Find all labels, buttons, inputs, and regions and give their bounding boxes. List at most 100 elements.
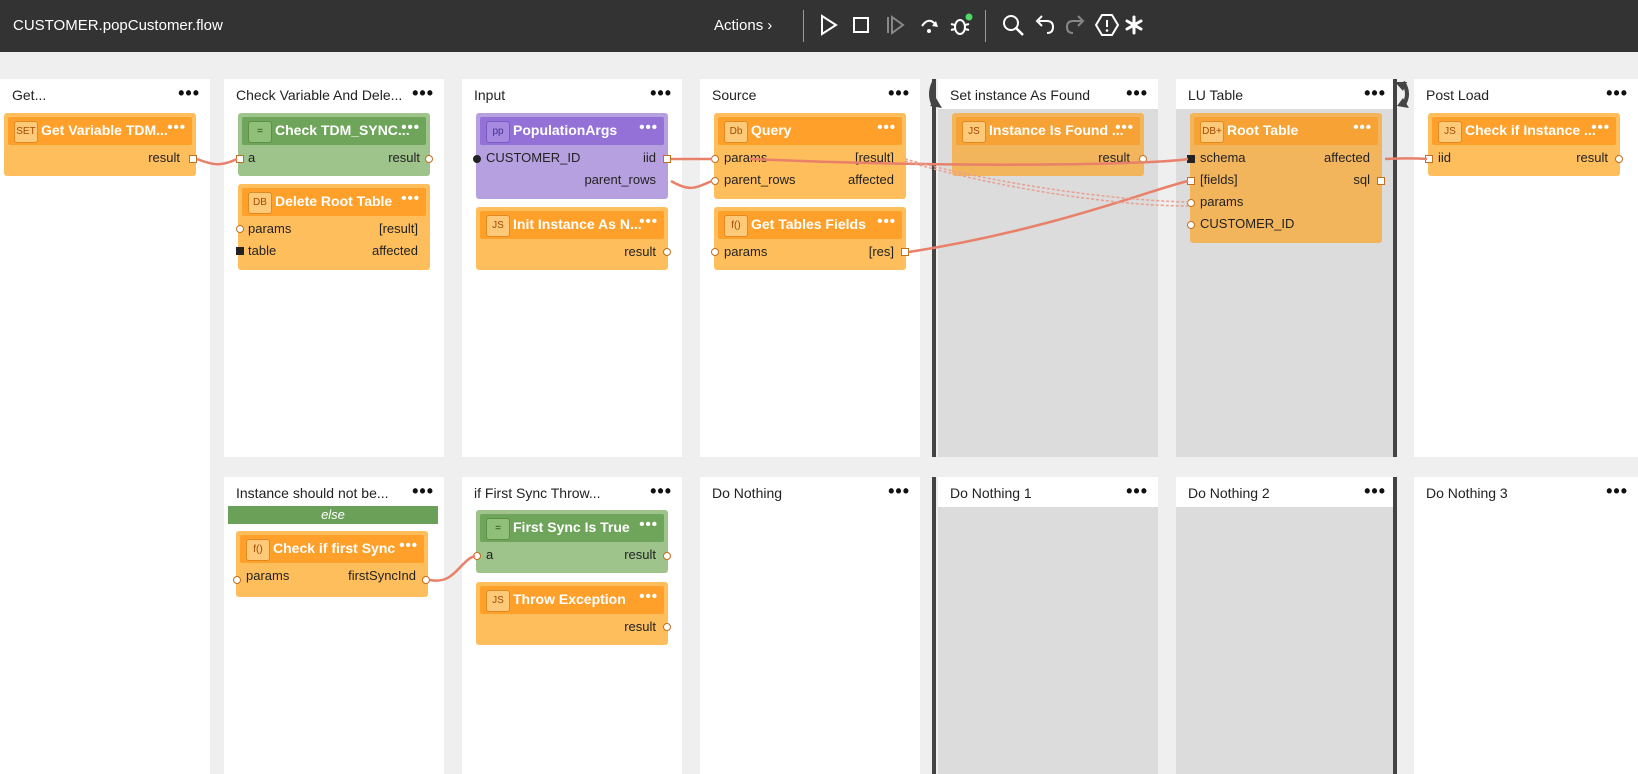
- input-connector[interactable]: [711, 248, 719, 256]
- node-header[interactable]: JS Instance Is Found ... •••: [956, 117, 1140, 145]
- input-connector[interactable]: [233, 576, 241, 584]
- output-connector[interactable]: [901, 248, 909, 256]
- input-connector[interactable]: [473, 155, 481, 163]
- stage-menu-icon[interactable]: •••: [888, 83, 910, 104]
- node-get-tables-fields[interactable]: f() Get Tables Fields ••• params [res]: [714, 207, 906, 270]
- stage-menu-icon[interactable]: •••: [1126, 83, 1148, 104]
- actions-menu-button[interactable]: Actions ›: [714, 17, 772, 34]
- node-header[interactable]: = Check TDM_SYNC... •••: [242, 117, 426, 145]
- node-query[interactable]: Db Query ••• params [result] parent_rows…: [714, 113, 906, 199]
- undo-icon[interactable]: [1031, 12, 1057, 38]
- step-icon[interactable]: [882, 12, 908, 38]
- output-connector[interactable]: [422, 576, 430, 584]
- output-connector[interactable]: [1139, 155, 1147, 163]
- input-connector[interactable]: [236, 247, 244, 255]
- node-header[interactable]: f() Get Tables Fields •••: [718, 211, 902, 239]
- input-connector[interactable]: [1425, 155, 1433, 163]
- output-connector[interactable]: [663, 155, 671, 163]
- toolbar-separator: [803, 10, 804, 42]
- input-connector[interactable]: [711, 177, 719, 185]
- node-menu-icon[interactable]: •••: [639, 213, 658, 230]
- node-header[interactable]: JS Check if Instance ... •••: [1432, 117, 1616, 145]
- stop-icon[interactable]: [848, 12, 874, 38]
- stage-menu-icon[interactable]: •••: [888, 481, 910, 502]
- stage-menu-icon[interactable]: •••: [178, 83, 200, 104]
- stage-menu-icon[interactable]: •••: [1606, 83, 1628, 104]
- stage-menu-icon[interactable]: •••: [1364, 481, 1386, 502]
- node-header[interactable]: JS Throw Exception •••: [480, 586, 664, 614]
- step-over-icon[interactable]: [916, 12, 942, 38]
- node-header[interactable]: SET Get Variable TDM... •••: [8, 117, 192, 145]
- node-delete-root-table[interactable]: DB Delete Root Table ••• params [result]…: [238, 184, 430, 270]
- node-menu-icon[interactable]: •••: [401, 190, 420, 207]
- output-connector[interactable]: [189, 155, 197, 163]
- output-connector[interactable]: [1615, 155, 1623, 163]
- stage-do-nothing[interactable]: Do Nothing •••: [700, 477, 920, 774]
- input-connector[interactable]: [1187, 155, 1195, 163]
- node-throw-exception[interactable]: JS Throw Exception ••• result: [476, 582, 668, 645]
- node-header[interactable]: = First Sync Is True •••: [480, 514, 664, 542]
- loop-end-icon: [1383, 78, 1413, 112]
- node-header[interactable]: DB+ Root Table •••: [1194, 117, 1378, 145]
- node-check-tdm-sync[interactable]: = Check TDM_SYNC... ••• a result: [238, 113, 430, 176]
- node-header[interactable]: pp PopulationArgs •••: [480, 117, 664, 145]
- node-menu-icon[interactable]: •••: [1353, 119, 1372, 136]
- debug-icon[interactable]: [948, 12, 974, 38]
- stage-menu-icon[interactable]: •••: [412, 83, 434, 104]
- node-menu-icon[interactable]: •••: [167, 119, 186, 136]
- search-icon[interactable]: [1000, 12, 1026, 38]
- redo-icon[interactable]: [1063, 12, 1089, 38]
- output-connector[interactable]: [663, 552, 671, 560]
- input-connector[interactable]: [1187, 177, 1195, 185]
- node-population-args[interactable]: pp PopulationArgs ••• CUSTOMER_ID iid pa…: [476, 113, 668, 199]
- database-icon: Db: [724, 121, 748, 143]
- stage-do-nothing-2[interactable]: Do Nothing 2 •••: [1176, 477, 1396, 774]
- input-connector[interactable]: [711, 155, 719, 163]
- output-connector[interactable]: [425, 155, 433, 163]
- node-menu-icon[interactable]: •••: [1591, 119, 1610, 136]
- asterisk-icon[interactable]: [1121, 12, 1147, 38]
- node-header[interactable]: f() Check if first Sync •••: [240, 535, 424, 563]
- node-menu-icon[interactable]: •••: [1115, 119, 1134, 136]
- node-instance-is-found[interactable]: JS Instance Is Found ... ••• result: [952, 113, 1144, 176]
- port-label: a: [486, 547, 494, 562]
- node-menu-icon[interactable]: •••: [639, 119, 658, 136]
- output-connector[interactable]: [663, 623, 671, 631]
- node-get-variable[interactable]: SET Get Variable TDM... ••• result: [4, 113, 196, 176]
- input-connector[interactable]: [473, 552, 481, 560]
- node-menu-icon[interactable]: •••: [639, 588, 658, 605]
- input-connector[interactable]: [236, 155, 244, 163]
- input-connector[interactable]: [236, 225, 244, 233]
- else-condition-bar[interactable]: else: [228, 506, 438, 524]
- node-menu-icon[interactable]: •••: [401, 119, 420, 136]
- stage-menu-icon[interactable]: •••: [650, 83, 672, 104]
- stage-menu-icon[interactable]: •••: [1126, 481, 1148, 502]
- stage-menu-icon[interactable]: •••: [412, 481, 434, 502]
- node-header[interactable]: DB Delete Root Table •••: [242, 188, 426, 216]
- play-icon[interactable]: [815, 12, 841, 38]
- node-root-table[interactable]: DB+ Root Table ••• schema affected [fiel…: [1190, 113, 1382, 243]
- port-label: iid: [1438, 150, 1452, 165]
- toolbar: CUSTOMER.popCustomer.flow Actions ›: [0, 0, 1638, 52]
- node-menu-icon[interactable]: •••: [639, 516, 658, 533]
- stage-body: [1176, 507, 1396, 774]
- node-menu-icon[interactable]: •••: [877, 119, 896, 136]
- node-init-instance[interactable]: JS Init Instance As N... ••• result: [476, 207, 668, 270]
- node-menu-icon[interactable]: •••: [399, 537, 418, 554]
- input-connector[interactable]: [1187, 221, 1195, 229]
- node-header[interactable]: JS Init Instance As N... •••: [480, 211, 664, 239]
- node-first-sync-is-true[interactable]: = First Sync Is True ••• a result: [476, 510, 668, 573]
- input-connector[interactable]: [1187, 199, 1195, 207]
- stage-menu-icon[interactable]: •••: [650, 481, 672, 502]
- node-check-first-sync[interactable]: f() Check if first Sync ••• params first…: [236, 531, 428, 597]
- stage-do-nothing-1[interactable]: Do Nothing 1 •••: [938, 477, 1158, 774]
- warning-icon[interactable]: [1094, 12, 1120, 38]
- node-check-if-instance[interactable]: JS Check if Instance ... ••• iid result: [1428, 113, 1620, 176]
- stage-menu-icon[interactable]: •••: [1606, 481, 1628, 502]
- node-header[interactable]: Db Query •••: [718, 117, 902, 145]
- output-connector[interactable]: [663, 248, 671, 256]
- stage-do-nothing-3[interactable]: Do Nothing 3 •••: [1414, 477, 1638, 774]
- output-connector[interactable]: [1377, 177, 1385, 185]
- stage-get[interactable]: Get... •••: [0, 79, 210, 774]
- node-menu-icon[interactable]: •••: [877, 213, 896, 230]
